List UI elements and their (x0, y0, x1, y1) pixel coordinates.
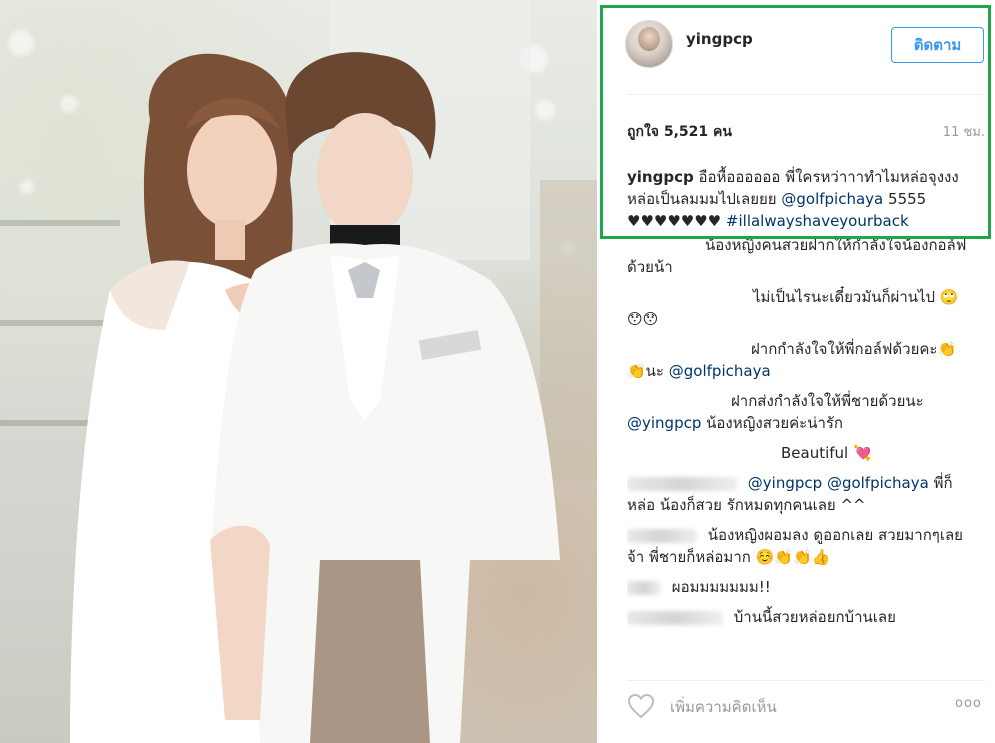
caption-username[interactable]: yingpcp (627, 168, 694, 186)
comment-text: Beautiful 💘 (781, 444, 872, 462)
couple-illustration (70, 0, 597, 743)
comment-username-redacted (627, 580, 661, 595)
comment-text-2: น้องหญิงสวยค่ะน่ารัก (706, 414, 844, 432)
more-options-icon: ooo (955, 696, 982, 711)
comment-username-redacted (627, 476, 737, 491)
post-time[interactable]: 11 ชม. (943, 121, 985, 142)
caption: yingpcp อือหื้ออออออ พี่ใครหว่าาาทำไมหล่… (627, 166, 967, 232)
list-item: น้องหญิงคนสวยฝากให้กำลังใจน้องกอล์ฟด้วยน… (627, 234, 967, 278)
likes-count[interactable]: ถูกใจ 5,521 คน (627, 121, 732, 143)
list-item: ผอมมมมมมม!! (627, 576, 967, 598)
post-header: yingpcp ติดตาม (625, 18, 985, 74)
footer-divider (627, 680, 985, 681)
add-comment-input[interactable]: เพิ่มความคิดเห็น (670, 695, 910, 717)
comment-mention-2[interactable]: @golfpichaya (827, 474, 929, 492)
comment-username-redacted (627, 610, 723, 625)
list-item: ไม่เป็นไรนะเดี๋ยวมันก็ผ่านไป 🙄😯😯 (627, 286, 967, 330)
comment-username-redacted (627, 528, 697, 543)
avatar[interactable] (625, 20, 673, 68)
comment-mention[interactable]: @yingpcp (627, 414, 701, 432)
list-item: ฝากส่งกำลังใจให้พี่ชายด้วยนะ @yingpcp น้… (627, 390, 967, 434)
list-item: @yingpcp @golfpichaya พี่ก็หล่อ น้องก็สว… (627, 472, 967, 516)
list-item: ฝากกำลังใจให้พี่กอล์ฟด้วยคะ👏👏นะ @golfpic… (627, 338, 967, 382)
comment-mention[interactable]: @yingpcp (748, 474, 822, 492)
list-item: Beautiful 💘 (627, 442, 967, 464)
comment-text: น้องหญิงคนสวยฝากให้กำลังใจน้องกอล์ฟด้วยน… (627, 236, 967, 276)
comments-list[interactable]: yingpcp อือหื้ออออออ พี่ใครหว่าาาทำไมหล่… (627, 166, 967, 670)
post-photo[interactable] (0, 0, 597, 743)
heart-icon (627, 693, 655, 719)
follow-button[interactable]: ติดตาม (891, 27, 984, 63)
comment-text: ผอมมมมมมม!! (671, 578, 771, 596)
caption-mention[interactable]: @golfpichaya (781, 190, 883, 208)
header-divider (627, 94, 985, 95)
list-item: น้องหญิงผอมลง ดูออกเลย สวยมากๆเลยจ้า พี่… (627, 524, 967, 568)
comment-text: ฝากส่งกำลังใจให้พี่ชายด้วยนะ (731, 392, 924, 410)
list-item: บ้านนี้สวยหล่อยกบ้านเลย (627, 606, 967, 628)
like-button[interactable] (627, 693, 655, 719)
username-link[interactable]: yingpcp (686, 30, 753, 48)
comment-mention[interactable]: @golfpichaya (669, 362, 771, 380)
caption-hashtag[interactable]: #illalwayshaveyourback (726, 212, 909, 230)
more-options-button[interactable]: ooo (955, 696, 987, 718)
comment-text: บ้านนี้สวยหล่อยกบ้านเลย (733, 608, 896, 626)
comment-text: ไม่เป็นไรนะเดี๋ยวมันก็ผ่านไป 🙄😯😯 (627, 288, 959, 328)
